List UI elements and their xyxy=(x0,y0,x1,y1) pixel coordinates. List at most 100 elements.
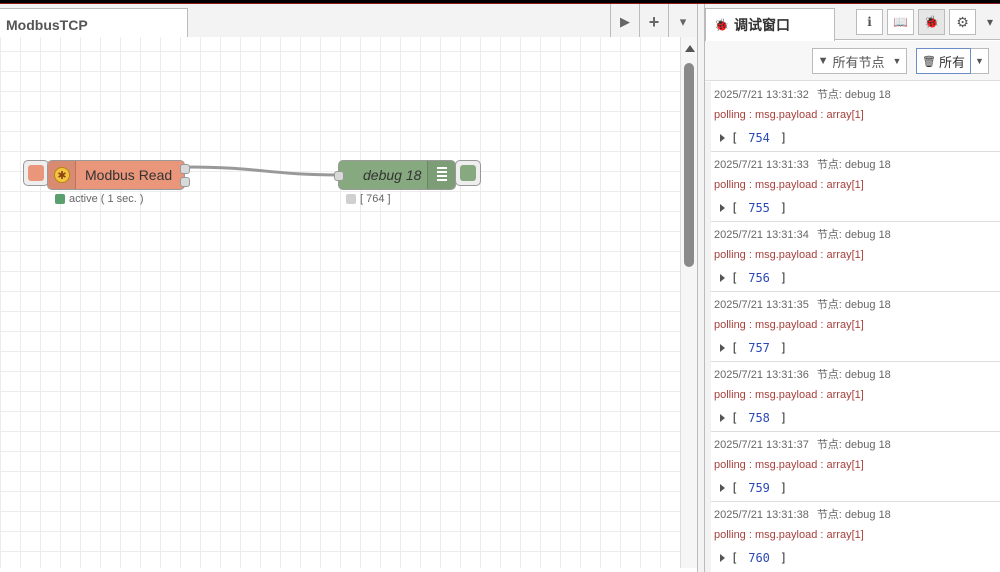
modbus-output-port-2[interactable] xyxy=(180,177,190,187)
clear-label: 所有 xyxy=(938,54,965,70)
modbus-gear-icon: ✱ xyxy=(53,167,70,183)
message-value[interactable]: [756] xyxy=(720,271,1000,285)
message-node[interactable]: 节点: debug 18 xyxy=(817,159,891,171)
debug-toggle-inner xyxy=(460,165,476,181)
debug-status: [ 764 ] xyxy=(346,193,391,205)
debug-list-icon-area xyxy=(427,161,455,189)
debug-list-icon xyxy=(436,167,447,181)
modbus-node-label: Modbus Read xyxy=(85,167,173,183)
clear-messages-button[interactable]: 🗑 所有 xyxy=(916,48,971,74)
message-time: 2025/7/21 13:31:36 xyxy=(714,369,809,381)
modbus-output-port-1[interactable] xyxy=(180,164,190,174)
filter-nodes-button[interactable]: ▼ 所有节点 ▼ xyxy=(812,48,907,74)
debug-message: 2025/7/21 13:31:32 节点: debug 18 polling :… xyxy=(711,82,1000,152)
modbus-trigger-inner xyxy=(28,165,44,181)
wire-svg xyxy=(186,165,341,177)
debug-toolbar: ▼ 所有节点 ▼ 🗑 所有 ▼ xyxy=(705,41,1000,81)
message-value-number: 759 xyxy=(748,481,770,495)
message-topic: polling : msg.payload : array[1] xyxy=(714,529,864,541)
debug-message: 2025/7/21 13:31:35 节点: debug 18 polling :… xyxy=(711,292,1000,362)
message-time: 2025/7/21 13:31:32 xyxy=(714,89,809,101)
message-meta: 2025/7/21 13:31:37 节点: debug 18 xyxy=(714,437,1000,453)
message-value[interactable]: [757] xyxy=(720,341,1000,355)
message-value[interactable]: [760] xyxy=(720,551,1000,565)
scroll-up-arrow-icon[interactable] xyxy=(685,45,695,52)
debug-message: 2025/7/21 13:31:38 节点: debug 18 polling :… xyxy=(711,502,1000,572)
expand-caret-icon[interactable] xyxy=(720,134,725,142)
message-value[interactable]: [755] xyxy=(720,201,1000,215)
add-flow-icon[interactable]: + xyxy=(639,4,668,40)
debug-message: 2025/7/21 13:31:34 节点: debug 18 polling :… xyxy=(711,222,1000,292)
message-meta: 2025/7/21 13:31:33 节点: debug 18 xyxy=(714,157,1000,173)
scroll-tabs-right-icon[interactable]: ▶ xyxy=(610,4,639,40)
message-topic: polling : msg.payload : array[1] xyxy=(714,109,864,121)
trash-icon: 🗑 xyxy=(922,55,936,68)
debug-status-dot xyxy=(346,194,356,204)
sidebar-menu-icon[interactable]: ▾ xyxy=(980,9,1000,35)
message-time: 2025/7/21 13:31:35 xyxy=(714,299,809,311)
debug-message-list[interactable]: 2025/7/21 13:31:32 节点: debug 18 polling :… xyxy=(705,82,1000,572)
message-node[interactable]: 节点: debug 18 xyxy=(817,229,891,241)
debug-message: 2025/7/21 13:31:37 节点: debug 18 polling :… xyxy=(711,432,1000,502)
expand-caret-icon[interactable] xyxy=(720,554,725,562)
bug-icon: 🐞 xyxy=(714,18,729,32)
message-meta: 2025/7/21 13:31:35 节点: debug 18 xyxy=(714,297,1000,313)
debug-bug-icon[interactable]: 🐞 xyxy=(918,9,945,35)
workspace-tab-bar: ModbusTCP ▶ + ▾ xyxy=(0,4,697,41)
info-icon[interactable]: i xyxy=(856,9,883,35)
message-topic: polling : msg.payload : array[1] xyxy=(714,319,864,331)
flow-wire[interactable] xyxy=(186,165,341,177)
message-value[interactable]: [759] xyxy=(720,481,1000,495)
expand-caret-icon[interactable] xyxy=(720,344,725,352)
message-value[interactable]: [754] xyxy=(720,131,1000,145)
debug-status-text: [ 764 ] xyxy=(360,193,391,205)
modbus-status: active ( 1 sec. ) xyxy=(55,193,144,205)
settings-gear-icon[interactable]: ⚙ xyxy=(949,9,976,35)
message-node[interactable]: 节点: debug 18 xyxy=(817,439,891,451)
clear-options-dropdown[interactable]: ▼ xyxy=(971,48,989,74)
node-debug-18[interactable]: debug 18 xyxy=(334,160,456,190)
message-time: 2025/7/21 13:31:37 xyxy=(714,439,809,451)
message-node[interactable]: 节点: debug 18 xyxy=(817,299,891,311)
message-topic: polling : msg.payload : array[1] xyxy=(714,179,864,191)
message-value[interactable]: [758] xyxy=(720,411,1000,425)
message-meta: 2025/7/21 13:31:34 节点: debug 18 xyxy=(714,227,1000,243)
message-value-number: 755 xyxy=(748,201,770,215)
debug-input-port[interactable] xyxy=(334,171,344,181)
modbus-status-text: active ( 1 sec. ) xyxy=(69,193,144,205)
debug-message: 2025/7/21 13:31:36 节点: debug 18 polling :… xyxy=(711,362,1000,432)
expand-caret-icon[interactable] xyxy=(720,484,725,492)
message-value-number: 754 xyxy=(748,131,770,145)
debug-tab-label: 调试窗口 xyxy=(733,17,790,33)
message-topic: polling : msg.payload : array[1] xyxy=(714,249,864,261)
expand-caret-icon[interactable] xyxy=(720,204,725,212)
canvas-scrollbar[interactable] xyxy=(680,37,697,568)
expand-caret-icon[interactable] xyxy=(720,414,725,422)
tab-debug-window[interactable]: 🐞 调试窗口 xyxy=(705,8,835,41)
scroll-thumb[interactable] xyxy=(684,63,694,267)
flow-canvas[interactable]: ✱ Modbus Read active ( 1 sec. ) debug 18… xyxy=(0,37,680,568)
chevron-down-icon: ▼ xyxy=(892,56,902,66)
svg-text:✱: ✱ xyxy=(57,169,66,182)
debug-message: 2025/7/21 13:31:33 节点: debug 18 polling :… xyxy=(711,152,1000,222)
message-node[interactable]: 节点: debug 18 xyxy=(817,509,891,521)
message-topic: polling : msg.payload : array[1] xyxy=(714,389,864,401)
filter-icon: ▼ xyxy=(817,55,829,67)
node-modbus-read[interactable]: ✱ Modbus Read xyxy=(47,160,190,190)
expand-caret-icon[interactable] xyxy=(720,274,725,282)
message-topic: polling : msg.payload : array[1] xyxy=(714,459,864,471)
sidebar-tab-bar: 🐞 调试窗口 i 📖 🐞 ⚙ ▾ xyxy=(705,4,1000,41)
message-node[interactable]: 节点: debug 18 xyxy=(817,369,891,381)
tab-menu-icon[interactable]: ▾ xyxy=(668,4,697,40)
message-time: 2025/7/21 13:31:34 xyxy=(714,229,809,241)
debug-toggle-button[interactable] xyxy=(455,160,481,186)
filter-label: 所有节点 xyxy=(832,54,885,70)
message-node[interactable]: 节点: debug 18 xyxy=(817,89,891,101)
modbus-status-dot xyxy=(55,194,65,204)
sidebar-separator[interactable] xyxy=(697,4,705,572)
message-meta: 2025/7/21 13:31:38 节点: debug 18 xyxy=(714,507,1000,523)
modbus-trigger-button[interactable] xyxy=(23,160,49,186)
help-book-icon[interactable]: 📖 xyxy=(887,9,914,35)
message-meta: 2025/7/21 13:31:32 节点: debug 18 xyxy=(714,87,1000,103)
message-value-number: 760 xyxy=(748,551,770,565)
